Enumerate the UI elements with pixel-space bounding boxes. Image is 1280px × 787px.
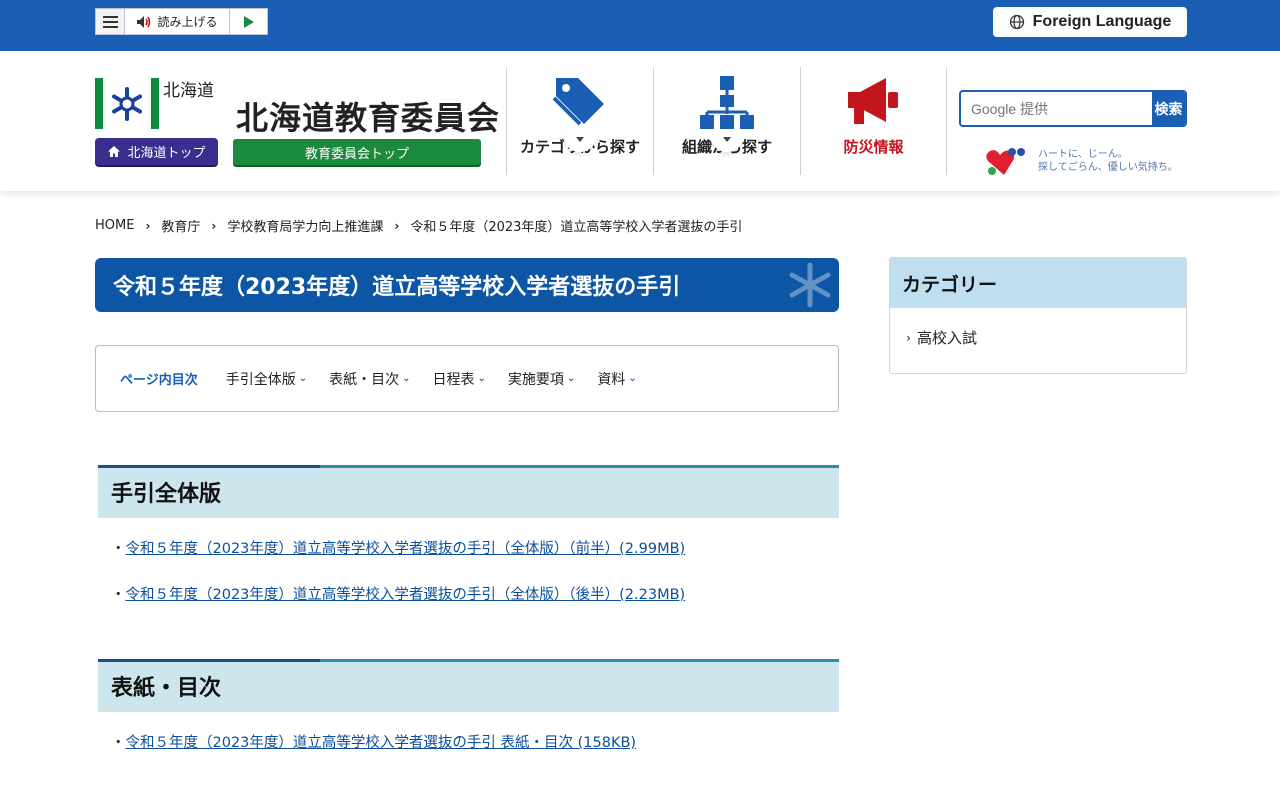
breadcrumb-current: 令和５年度（2023年度）道立高等学校入学者選抜の手引 bbox=[410, 220, 743, 235]
breadcrumb-division[interactable]: 学校教育局学力向上推進課 bbox=[227, 216, 383, 235]
menu-icon[interactable] bbox=[96, 9, 125, 34]
snowflake-emblem-icon bbox=[112, 86, 142, 121]
toc-item-cover[interactable]: 表紙・目次 ⌄ bbox=[329, 369, 410, 389]
play-icon bbox=[243, 15, 254, 28]
read-aloud-button[interactable]: 読み上げる bbox=[125, 9, 230, 34]
breadcrumb-separator-icon: › bbox=[211, 218, 217, 233]
breadcrumb-separator-icon: › bbox=[145, 218, 151, 233]
banner-line-1: ハートに、じーん。 bbox=[1038, 149, 1128, 160]
tag-icon bbox=[552, 78, 604, 126]
heart-logo-icon bbox=[986, 148, 1025, 175]
snowflake-watermark-icon bbox=[789, 262, 831, 308]
toc-item-schedule[interactable]: 日程表 ⌄ bbox=[433, 369, 486, 389]
toc-item-guidelines[interactable]: 実施要項 ⌄ bbox=[508, 369, 575, 389]
toc-item-label: 実施要項 bbox=[507, 371, 564, 388]
toc-item-label: 日程表 bbox=[432, 371, 475, 388]
page-title: 令和５年度（2023年度）道立高等学校入学者選抜の手引 bbox=[113, 275, 681, 300]
page-title-bar: 令和５年度（2023年度）道立高等学校入学者選抜の手引 bbox=[95, 258, 839, 312]
breadcrumb-separator-icon: › bbox=[394, 218, 400, 233]
category-panel: カテゴリー › 高校入試 bbox=[889, 257, 1187, 374]
search-input[interactable] bbox=[961, 92, 1152, 125]
chevron-down-icon bbox=[723, 137, 731, 142]
category-item-high-school-exam[interactable]: › 高校入試 bbox=[906, 327, 977, 348]
org-chart-icon bbox=[700, 76, 754, 129]
document-link[interactable]: 令和５年度（2023年度）道立高等学校入学者選抜の手引（全体版）（後半）(2.2… bbox=[126, 583, 686, 604]
category-item-label: 高校入試 bbox=[916, 329, 977, 347]
toc-item-label: 資料 bbox=[597, 371, 626, 388]
nav-category-search[interactable]: カテゴリから探す bbox=[506, 67, 653, 175]
section-heading-full-version: 手引全体版 bbox=[98, 465, 839, 518]
chevron-down-icon: ⌄ bbox=[628, 373, 637, 384]
site-search: 検索 bbox=[959, 90, 1187, 127]
nav-organization-search[interactable]: 組織から探す bbox=[653, 67, 800, 175]
document-link[interactable]: 令和５年度（2023年度）道立高等学校入学者選抜の手引（全体版）（前半）(2.9… bbox=[126, 537, 686, 558]
toc-item-label: 表紙・目次 bbox=[329, 371, 400, 388]
toc-item-full-version[interactable]: 手引全体版 ⌄ bbox=[226, 369, 307, 389]
hokkaido-emblem-logo[interactable] bbox=[95, 78, 159, 129]
chevron-down-icon: ⌄ bbox=[402, 373, 411, 384]
category-heading: カテゴリー bbox=[890, 258, 1186, 308]
breadcrumb: HOME › 教育庁 › 学校教育局学力向上推進課 › 令和５年度（2023年度… bbox=[95, 216, 742, 235]
read-aloud-label: 読み上げる bbox=[157, 15, 218, 29]
site-header: 北海道 北海道トップ 北海道教育委員会 教育委員会トップ カテゴリから探す bbox=[0, 51, 1280, 191]
search-button[interactable]: 検索 bbox=[1152, 92, 1185, 125]
section-heading-cover: 表紙・目次 bbox=[98, 659, 839, 712]
chevron-down-icon bbox=[576, 137, 584, 142]
accessibility-toolbar: 読み上げる bbox=[95, 8, 268, 35]
document-link-item: ・ 令和５年度（2023年度）道立高等学校入学者選抜の手引（全体版）（前半）(2… bbox=[111, 537, 685, 558]
document-link-item: ・ 令和５年度（2023年度）道立高等学校入学者選抜の手引 表紙・目次 (158… bbox=[111, 731, 636, 752]
bullet-icon: ・ bbox=[111, 735, 126, 751]
board-title[interactable]: 北海道教育委員会 bbox=[236, 93, 500, 139]
toc-item-label: 手引全体版 bbox=[225, 371, 296, 388]
hokkaido-top-label: 北海道トップ bbox=[127, 146, 206, 161]
play-button[interactable] bbox=[230, 9, 267, 34]
banner-line-2: 探してごらん、優しい気持ち。 bbox=[1038, 162, 1178, 173]
heart-banner[interactable]: ハートに、じーん。 探してごらん、優しい気持ち。 bbox=[984, 143, 1184, 179]
document-link-item: ・ 令和５年度（2023年度）道立高等学校入学者選抜の手引（全体版）（後半）(2… bbox=[111, 583, 685, 604]
foreign-language-label: Foreign Language bbox=[1032, 13, 1172, 30]
nav-disaster-info[interactable]: 防災情報 bbox=[800, 67, 947, 175]
bullet-icon: ・ bbox=[111, 541, 126, 557]
chevron-down-icon: ⌄ bbox=[566, 373, 576, 384]
globe-icon bbox=[1009, 14, 1024, 30]
bullet-icon: ・ bbox=[111, 587, 126, 603]
toc-item-materials[interactable]: 資料 ⌄ bbox=[597, 369, 636, 389]
breadcrumb-education-agency[interactable]: 教育庁 bbox=[161, 216, 200, 235]
hokkaido-label: 北海道 bbox=[163, 81, 214, 101]
document-link[interactable]: 令和５年度（2023年度）道立高等学校入学者選抜の手引 表紙・目次 (158KB… bbox=[126, 731, 637, 752]
top-bar: 読み上げる Foreign Language bbox=[0, 0, 1280, 51]
foreign-language-button[interactable]: Foreign Language bbox=[993, 7, 1187, 37]
chevron-down-icon: ⌄ bbox=[298, 373, 308, 384]
chevron-right-icon: › bbox=[906, 330, 911, 345]
hokkaido-top-button[interactable]: 北海道トップ bbox=[95, 138, 218, 165]
page-toc: ページ内目次 手引全体版 ⌄ 表紙・目次 ⌄ 日程表 ⌄ 実施要項 ⌄ 資料 ⌄ bbox=[95, 345, 839, 412]
breadcrumb-home[interactable]: HOME bbox=[95, 218, 134, 233]
home-icon bbox=[108, 146, 121, 157]
speaker-icon bbox=[137, 15, 151, 28]
megaphone-icon bbox=[847, 78, 898, 124]
chevron-down-icon: ⌄ bbox=[477, 373, 486, 384]
nav-disaster-label: 防災情報 bbox=[843, 138, 904, 156]
toc-heading: ページ内目次 bbox=[120, 373, 198, 388]
board-top-button[interactable]: 教育委員会トップ bbox=[233, 139, 481, 165]
